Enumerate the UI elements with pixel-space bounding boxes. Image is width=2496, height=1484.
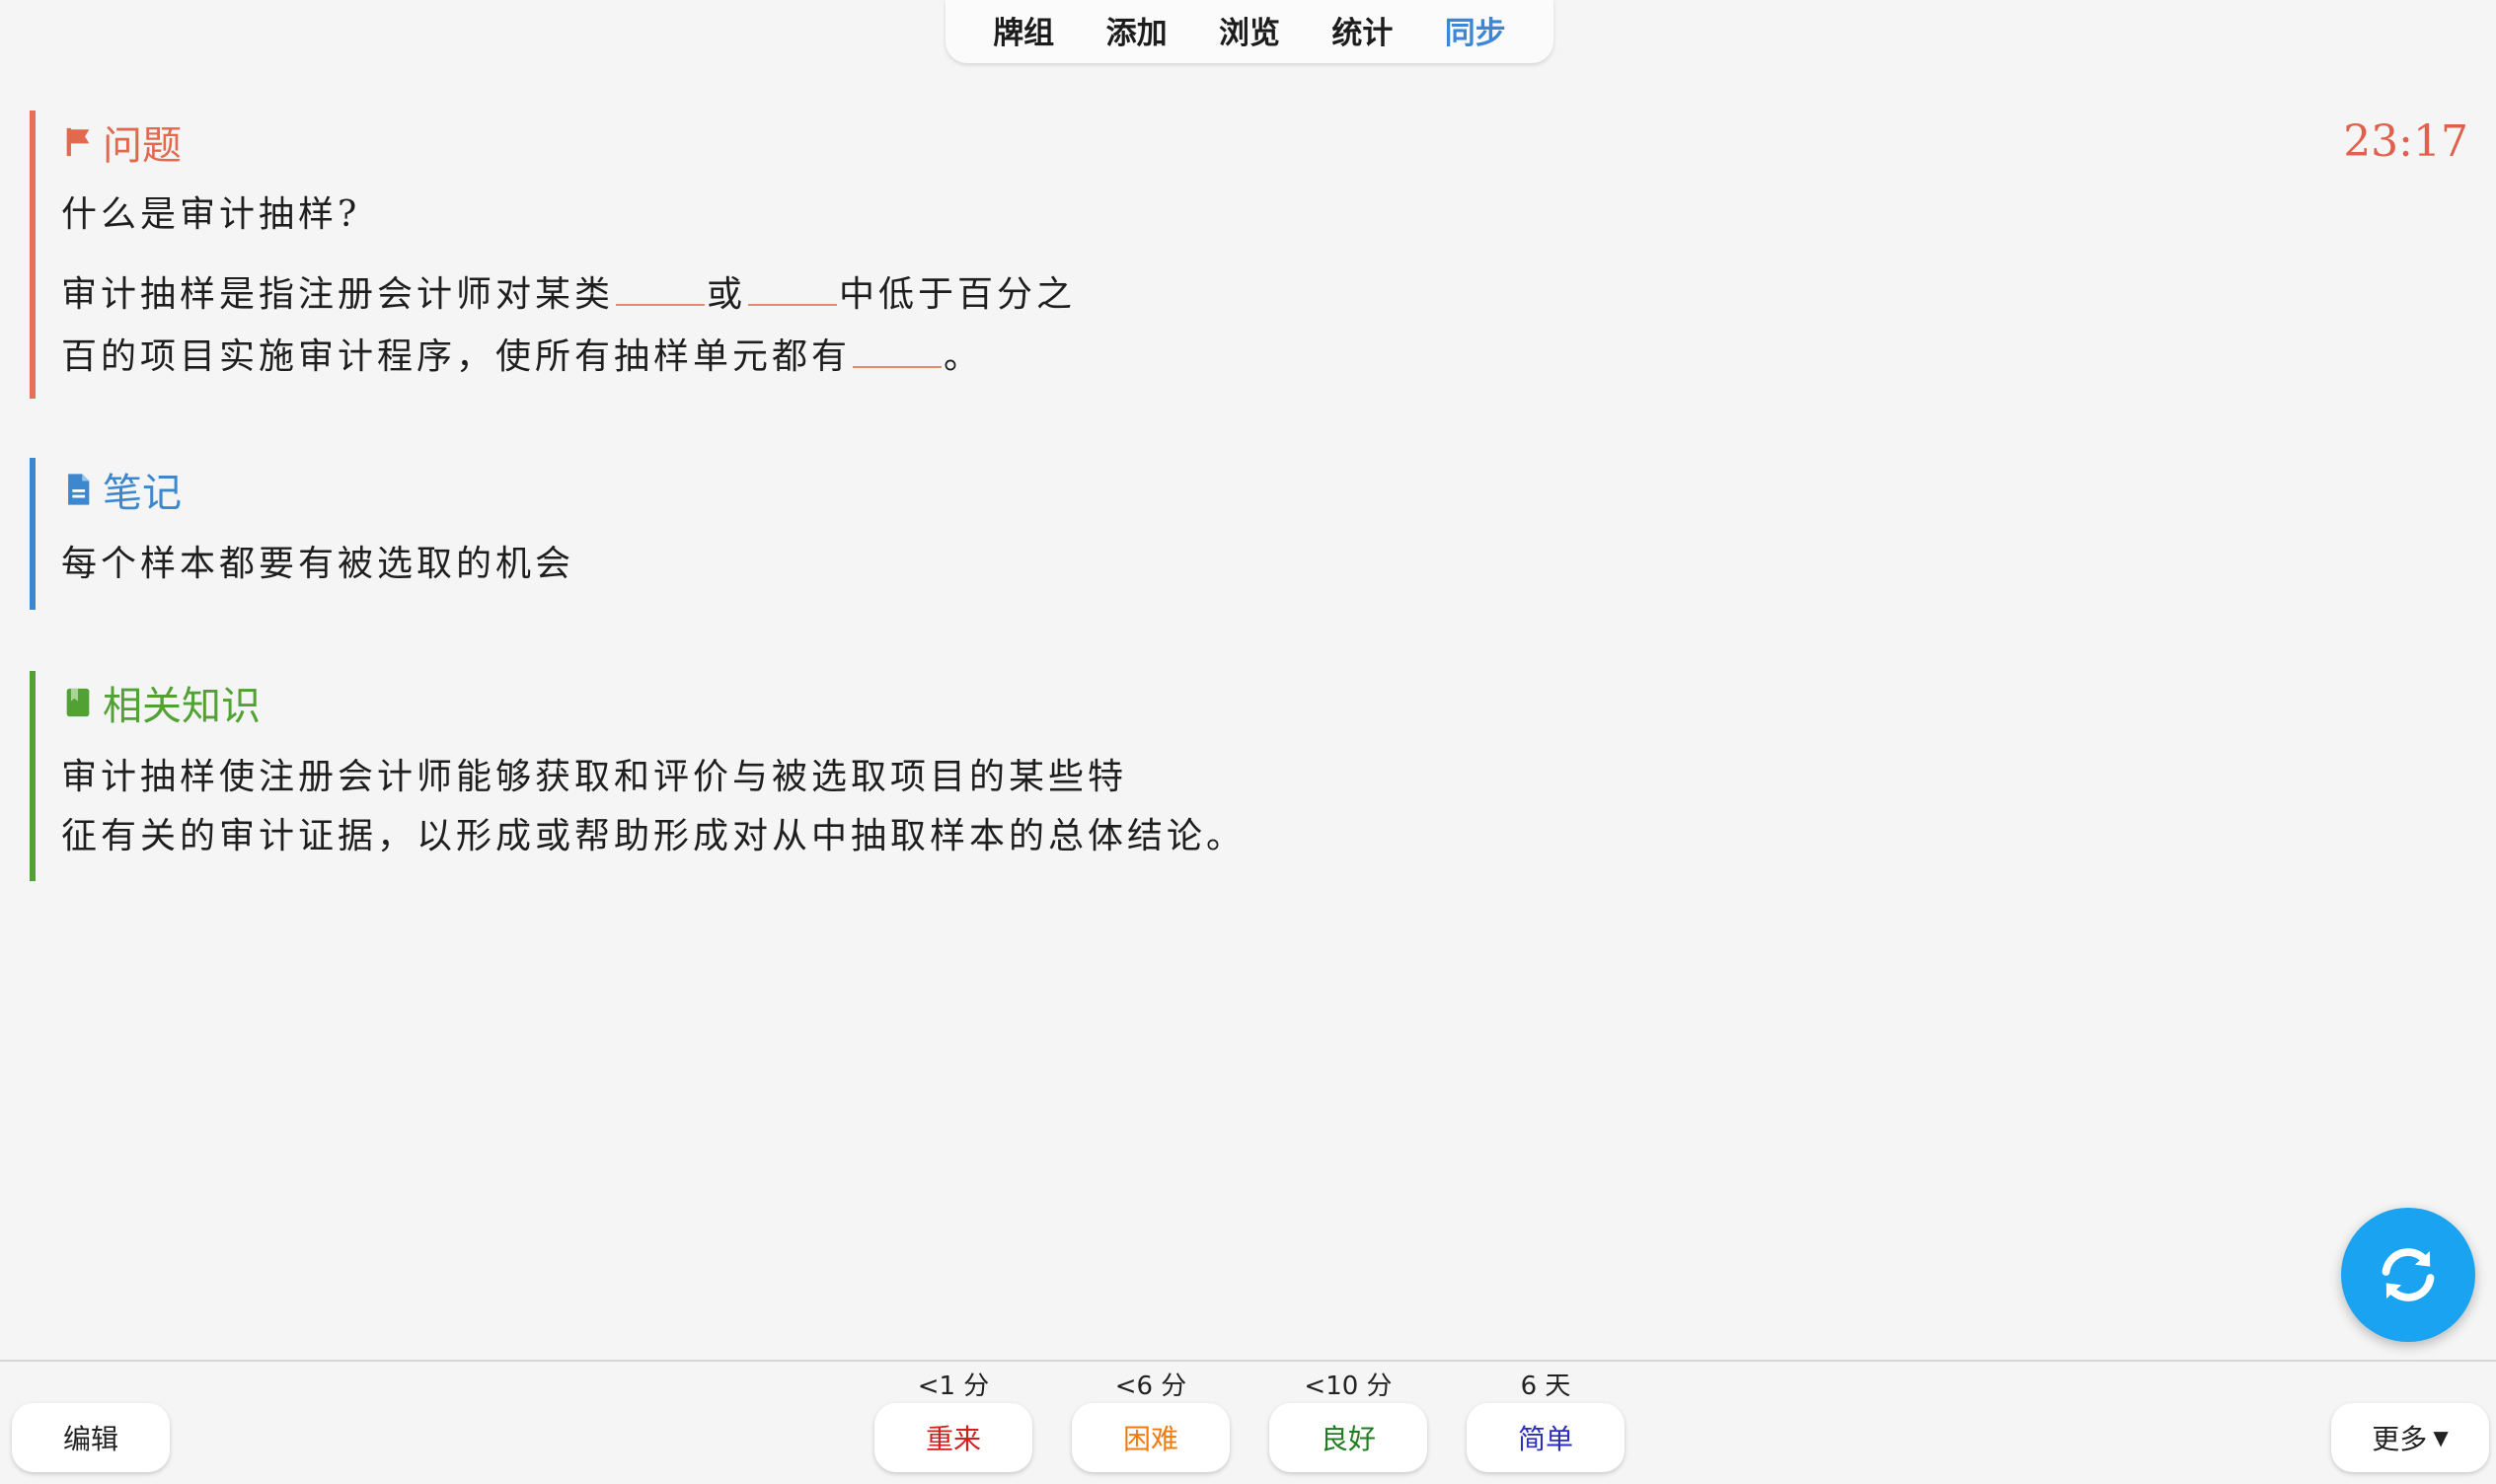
question-prompt: 什么是审计抽样? — [61, 194, 361, 235]
cloze-text-part: 中低于百分之 — [839, 274, 1077, 315]
related-knowledge-section: 相关知识 审计抽样使注册会计师能够获取和评价与被选取项目的某些特 征有关的审计证… — [30, 671, 1411, 881]
good-button[interactable]: 良好 — [1269, 1403, 1427, 1472]
notes-section: 笔记 每个样本都要有被选取的机会 — [30, 458, 1214, 610]
related-text-line: 审计抽样使注册会计师能够获取和评价与被选取项目的某些特 — [61, 757, 1128, 797]
tab-sync[interactable]: 同步 — [1445, 8, 1506, 56]
related-text-line: 征有关的审计证据，以形成或帮助形成对从中抽取样本的总体结论。 — [61, 816, 1247, 856]
question-title: 问题 — [103, 123, 182, 169]
notes-text: 每个样本都要有被选取的机会 — [61, 544, 575, 584]
again-button[interactable]: 重来 — [874, 1403, 1032, 1472]
cloze-text-part: 审计抽样是指注册会计师对某类 — [61, 274, 615, 315]
answer-bar: 编辑 <1 分 <6 分 <10 分 6 天 重来 困难 良好 简单 更多 ▼ — [0, 1360, 2496, 1484]
edit-button[interactable]: 编辑 — [12, 1403, 170, 1472]
notes-header: 笔记 — [61, 460, 1214, 519]
question-header: 问题 — [61, 112, 1214, 172]
cloze-text-part: 百的项目实施审计程序，使所有抽样单元都有 — [61, 336, 852, 377]
review-screen: 牌组 添加 浏览 统计 同步 23:17 问题 什么是审计抽样? 审计抽样是指注… — [0, 0, 2496, 1484]
tab-add[interactable]: 添加 — [1106, 8, 1168, 56]
interval-hard: <6 分 — [1114, 1372, 1187, 1401]
cloze-text-part: 或 — [707, 274, 747, 315]
cloze-text: 审计抽样是指注册会计师对某类 或 中低于百分之 百的项目实施审计程序，使所有抽样… — [61, 262, 1214, 387]
tab-browse[interactable]: 浏览 — [1219, 8, 1280, 56]
cloze-text-part: 。 — [944, 336, 984, 377]
review-timer: 23:17 — [2343, 116, 2468, 167]
question-section: 问题 什么是审计抽样? 审计抽样是指注册会计师对某类 或 中低于百分之 百的项目… — [30, 111, 1214, 399]
flag-icon — [66, 127, 90, 157]
tab-stats[interactable]: 统计 — [1331, 8, 1393, 56]
hard-button[interactable]: 困难 — [1072, 1403, 1230, 1472]
interval-good: <10 分 — [1304, 1372, 1393, 1401]
top-nav: 牌组 添加 浏览 统计 同步 — [945, 0, 1553, 63]
cloze-blank-1 — [616, 262, 706, 306]
document-icon — [68, 474, 90, 505]
cloze-blank-3 — [853, 325, 943, 368]
cloze-blank-2 — [748, 262, 838, 306]
sync-icon — [2382, 1248, 2435, 1301]
sync-button[interactable] — [2341, 1208, 2475, 1342]
bookmark-icon — [66, 688, 90, 717]
more-label: 更多 — [2372, 1423, 2428, 1455]
related-title: 相关知识 — [103, 684, 261, 729]
related-header: 相关知识 — [61, 673, 1411, 732]
more-button[interactable]: 更多 ▼ — [2331, 1403, 2489, 1472]
interval-again: <1 分 — [917, 1372, 990, 1401]
tab-decks[interactable]: 牌组 — [993, 8, 1054, 56]
interval-easy: 6 天 — [1520, 1372, 1571, 1401]
caret-down-icon: ▼ — [2433, 1426, 2449, 1449]
easy-button[interactable]: 简单 — [1467, 1403, 1625, 1472]
notes-title: 笔记 — [103, 471, 182, 516]
